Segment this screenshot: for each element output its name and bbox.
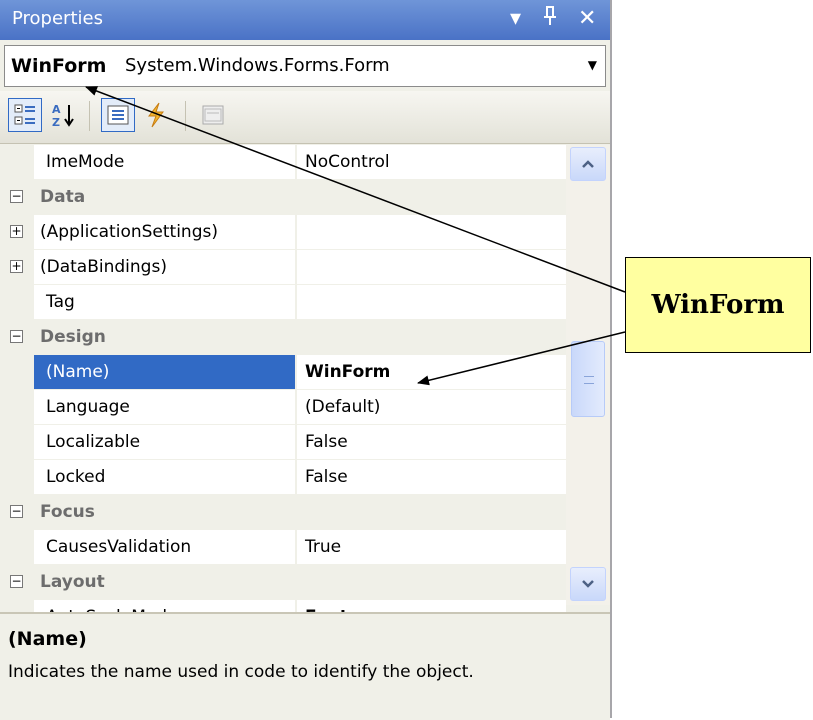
- property-row-tag[interactable]: Tag: [0, 285, 566, 320]
- scroll-down-button[interactable]: [570, 567, 606, 601]
- panel-title: Properties: [12, 8, 103, 29]
- category-spacer: [297, 180, 566, 214]
- property-value[interactable]: WinForm: [297, 355, 566, 389]
- categorized-icon: [14, 104, 35, 125]
- dropdown-icon[interactable]: ▾: [510, 5, 521, 33]
- property-value[interactable]: True: [297, 530, 566, 564]
- row-margin: [0, 425, 34, 459]
- property-value[interactable]: False: [297, 460, 566, 494]
- properties-button[interactable]: [101, 98, 135, 132]
- row-margin: +: [0, 250, 34, 284]
- events-icon: [147, 102, 164, 128]
- property-value[interactable]: [297, 250, 566, 284]
- property-name: CausesValidation: [34, 530, 296, 564]
- properties-title-bar: Properties ▾ ✕: [0, 0, 610, 40]
- categorized-button[interactable]: [8, 98, 42, 132]
- property-pages-icon: [202, 105, 224, 125]
- chevron-up-icon: [582, 160, 594, 168]
- properties-toolbar: A Z: [0, 91, 610, 144]
- collapse-icon[interactable]: −: [10, 505, 23, 518]
- property-name: Localizable: [34, 425, 296, 459]
- toolbar-separator: [89, 101, 90, 131]
- property-row-databindings[interactable]: + (DataBindings): [0, 250, 566, 285]
- close-icon[interactable]: ✕: [578, 5, 596, 33]
- category-row-design[interactable]: − Design: [0, 320, 566, 355]
- category-name: Design: [34, 320, 296, 354]
- object-selector[interactable]: WinForm System.Windows.Forms.Form ▼: [4, 45, 606, 87]
- description-text: Indicates the name used in code to ident…: [8, 662, 474, 682]
- property-name: (Name): [34, 355, 296, 389]
- expand-icon[interactable]: +: [10, 225, 23, 238]
- property-name: (ApplicationSettings): [34, 215, 296, 249]
- row-margin: −: [0, 320, 34, 354]
- toolbar-separator: [185, 101, 186, 131]
- property-value[interactable]: NoControl: [297, 145, 566, 179]
- property-name: ImeMode: [34, 145, 296, 179]
- scroll-up-button[interactable]: [570, 147, 606, 181]
- row-margin: [0, 145, 34, 179]
- property-name: Locked: [34, 460, 296, 494]
- category-row-layout[interactable]: − Layout: [0, 565, 566, 600]
- svg-text:Z: Z: [52, 116, 60, 128]
- property-value[interactable]: [297, 285, 566, 319]
- property-pages-button[interactable]: [196, 98, 230, 132]
- callout-text: WinForm: [651, 290, 785, 320]
- property-name: Tag: [34, 285, 296, 319]
- category-name: Layout: [34, 565, 296, 599]
- alphabetical-button[interactable]: A Z: [46, 98, 80, 132]
- category-row-focus[interactable]: − Focus: [0, 495, 566, 530]
- category-spacer: [297, 565, 566, 599]
- category-name: Focus: [34, 495, 296, 529]
- events-button[interactable]: [139, 98, 173, 132]
- property-name: (DataBindings): [34, 250, 296, 284]
- property-value[interactable]: False: [297, 425, 566, 459]
- description-title: (Name): [8, 628, 87, 650]
- property-row-causesvalidation[interactable]: CausesValidation True: [0, 530, 566, 565]
- pin-icon[interactable]: [543, 5, 557, 34]
- scroll-thumb[interactable]: [571, 341, 605, 417]
- row-margin: [0, 355, 34, 389]
- object-name: WinForm: [11, 55, 107, 77]
- property-row-language[interactable]: Language (Default): [0, 390, 566, 425]
- property-row-name[interactable]: (Name) WinForm: [0, 355, 566, 390]
- row-margin: [0, 390, 34, 424]
- chevron-down-icon[interactable]: ▼: [588, 58, 597, 72]
- chevron-down-icon: [582, 580, 594, 588]
- callout-box: WinForm: [625, 257, 811, 353]
- property-name: Language: [34, 390, 296, 424]
- property-grid: ImeMode NoControl − Data + (ApplicationS…: [0, 145, 566, 635]
- property-value[interactable]: (Default): [297, 390, 566, 424]
- property-row-imemode[interactable]: ImeMode NoControl: [0, 145, 566, 180]
- object-type: System.Windows.Forms.Form: [125, 55, 390, 76]
- properties-panel: Properties ▾ ✕ WinForm System.Windows.Fo…: [0, 0, 612, 720]
- property-row-localizable[interactable]: Localizable False: [0, 425, 566, 460]
- row-margin: [0, 285, 34, 319]
- thumb-grip: [584, 376, 594, 384]
- category-spacer: [297, 320, 566, 354]
- description-pane: (Name) Indicates the name used in code t…: [0, 612, 610, 720]
- collapse-icon[interactable]: −: [10, 190, 23, 203]
- properties-icon: [107, 105, 129, 125]
- category-name: Data: [34, 180, 296, 214]
- row-margin: −: [0, 180, 34, 214]
- row-margin: [0, 530, 34, 564]
- row-margin: +: [0, 215, 34, 249]
- collapse-icon[interactable]: −: [10, 330, 23, 343]
- row-margin: −: [0, 495, 34, 529]
- property-row-applicationsettings[interactable]: + (ApplicationSettings): [0, 215, 566, 250]
- property-value[interactable]: [297, 215, 566, 249]
- property-row-locked[interactable]: Locked False: [0, 460, 566, 495]
- expand-icon[interactable]: +: [10, 260, 23, 273]
- collapse-icon[interactable]: −: [10, 575, 23, 588]
- vertical-scrollbar[interactable]: [566, 145, 610, 605]
- row-margin: −: [0, 565, 34, 599]
- category-row-data[interactable]: − Data: [0, 180, 566, 215]
- category-spacer: [297, 495, 566, 529]
- row-margin: [0, 460, 34, 494]
- pin-icon-glyph: [544, 6, 556, 25]
- svg-text:A: A: [52, 103, 61, 116]
- alphabetical-icon: A Z: [52, 103, 74, 128]
